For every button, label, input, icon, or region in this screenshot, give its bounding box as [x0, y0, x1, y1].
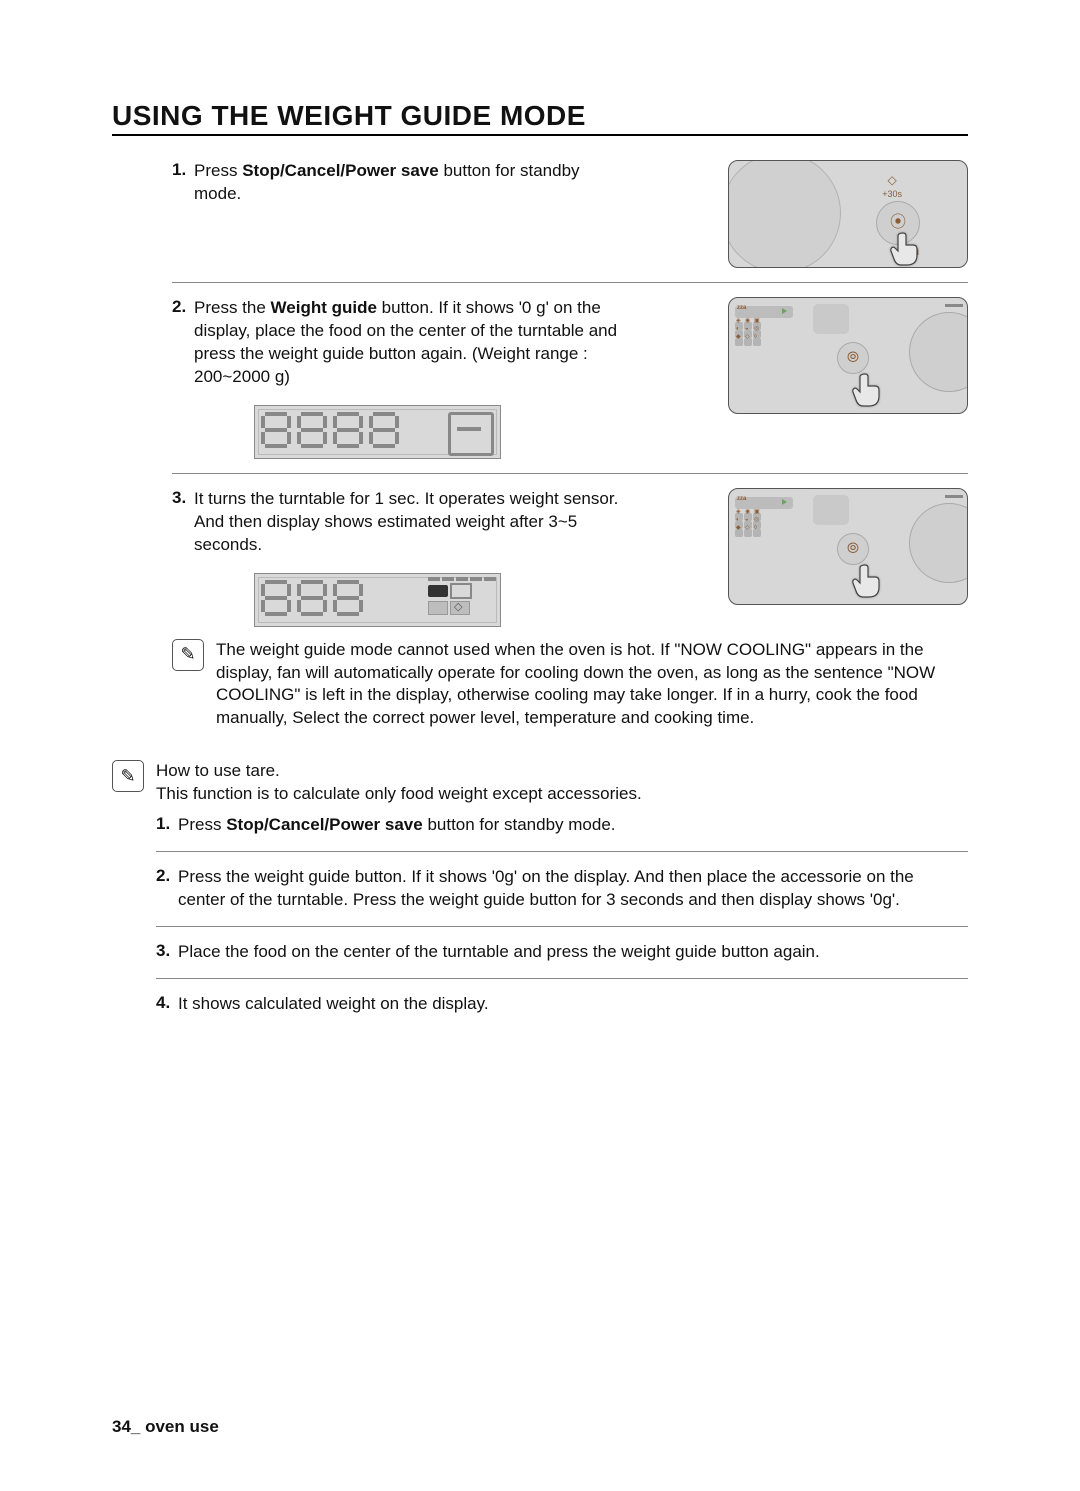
step-1-number: 1. [172, 160, 186, 180]
hand-pointer-icon [851, 368, 893, 414]
step-1-prefix: Press [194, 161, 242, 180]
step-2-body: Press the Weight guide button. If it sho… [172, 297, 622, 389]
note-cooling-text: The weight guide mode cannot used when t… [216, 639, 968, 731]
dial-knob [728, 160, 841, 268]
lcd-display-1 [254, 405, 501, 459]
step-3-number: 3. [172, 488, 186, 508]
step-1-row: 1. Press Stop/Cancel/Power save button f… [112, 160, 968, 268]
divider [156, 851, 968, 852]
illus-2-panel: zza ◈◉▣ ◐◒◎ ◆◇◊ ⦾ [728, 297, 968, 414]
panel-top-button [813, 495, 849, 525]
side-labels: ◇ +30s [882, 173, 902, 199]
tare-step-2-number: 2. [156, 866, 170, 886]
combi-label: Combi [891, 247, 919, 257]
tare-step-4-suffix: It shows calculated weight on the displa… [178, 994, 489, 1013]
divider [156, 978, 968, 979]
tare-step-2-body: Press the weight guide button. If it sho… [156, 866, 948, 912]
tare-step-1-bold: Stop/Cancel/Power save [226, 815, 423, 834]
manual-page: USING THE WEIGHT GUIDE MODE 1. Press Sto… [0, 0, 1080, 1491]
lcd-digits [261, 412, 399, 448]
note-icon: ✎ [112, 760, 144, 792]
tare-step-1-body: Press Stop/Cancel/Power save button for … [156, 814, 948, 837]
tare-step-4-body: It shows calculated weight on the displa… [156, 993, 948, 1016]
lcd-icon-strip: ◇ [428, 577, 496, 615]
tare-step-3-body: Place the food on the center of the turn… [156, 941, 948, 964]
combi-icon: ⦿ [890, 214, 906, 231]
tare-section: ✎ How to use tare. This function is to c… [112, 760, 968, 1026]
plus-30s-label: +30s [882, 189, 902, 199]
tare-step-3-row: 3. Place the food on the center of the t… [156, 941, 968, 964]
tare-step-4-text: 4. It shows calculated weight on the dis… [156, 993, 968, 1016]
lcd-display-2: ◇ [254, 573, 501, 627]
combi-button: ⦿ [876, 201, 920, 245]
divider [172, 473, 968, 474]
step-3-illustration: zza ◈◉▣ ◐◒◎ ◆◇◊ ⦾ [728, 488, 968, 605]
step-2-illustration: zza ◈◉▣ ◐◒◎ ◆◇◊ ⦾ [728, 297, 968, 414]
panel-knob [909, 312, 968, 392]
tare-step-2-suffix: Press the weight guide button. If it sho… [178, 867, 914, 909]
panel-knob [909, 503, 968, 583]
lcd-digits-2 [261, 580, 363, 616]
weight-guide-button: ⦾ [837, 342, 869, 374]
tare-step-1-row: 1. Press Stop/Cancel/Power save button f… [156, 814, 968, 837]
tare-step-3-suffix: Place the food on the center of the turn… [178, 942, 820, 961]
panel-zza-button: zza [735, 497, 793, 509]
step-1-bold: Stop/Cancel/Power save [242, 161, 439, 180]
pencil-icon: ✎ [180, 644, 195, 665]
tare-step-4-number: 4. [156, 993, 170, 1013]
step-2-text: 2. Press the Weight guide button. If it … [112, 297, 642, 459]
tare-step-3-text: 3. Place the food on the center of the t… [156, 941, 968, 964]
note-cooling: ✎ The weight guide mode cannot used when… [172, 639, 968, 731]
step-3-suffix: It turns the turntable for 1 sec. It ope… [194, 489, 618, 554]
step-1-text: 1. Press Stop/Cancel/Power save button f… [112, 160, 642, 206]
tare-step-4-row: 4. It shows calculated weight on the dis… [156, 993, 968, 1016]
page-footer: 34_ oven use [112, 1417, 219, 1437]
hand-pointer-icon [851, 559, 893, 605]
tare-step-3-number: 3. [156, 941, 170, 961]
step-2-row: 2. Press the Weight guide button. If it … [112, 297, 968, 459]
title-underline [112, 134, 968, 136]
symbol-icon: ◇ [882, 173, 902, 187]
tare-step-1-prefix: Press [178, 815, 226, 834]
tare-step-1-suffix: button for standby mode. [423, 815, 616, 834]
panel-mini-grid: ◈◉▣ ◐◒◎ ◆◇◊ [735, 513, 793, 537]
page-title: USING THE WEIGHT GUIDE MODE [112, 100, 968, 132]
panel-minus-indicator [945, 495, 963, 498]
step-3-text: 3. It turns the turntable for 1 sec. It … [112, 488, 642, 627]
tare-step-1-text: 1. Press Stop/Cancel/Power save button f… [156, 814, 968, 837]
panel-zza-button: zza [735, 306, 793, 318]
tare-heading: How to use tare. [156, 760, 968, 783]
step-3-body: It turns the turntable for 1 sec. It ope… [172, 488, 622, 557]
panel-button-grid: zza ◈◉▣ ◐◒◎ ◆◇◊ [735, 306, 793, 346]
divider [156, 926, 968, 927]
step-1-illustration: ◇ +30s ⦿ Combi [728, 160, 968, 268]
step-2-prefix: Press the [194, 298, 271, 317]
panel-minus-indicator [945, 304, 963, 307]
tare-step-2-row: 2. Press the weight guide button. If it … [156, 866, 968, 912]
step-1-body: Press Stop/Cancel/Power save button for … [172, 160, 622, 206]
tare-intro: This function is to calculate only food … [156, 783, 968, 806]
panel-mini-grid: ◈◉▣ ◐◒◎ ◆◇◊ [735, 322, 793, 346]
panel-button-grid: zza ◈◉▣ ◐◒◎ ◆◇◊ [735, 497, 793, 537]
step-3-row: 3. It turns the turntable for 1 sec. It … [112, 488, 968, 627]
note-icon: ✎ [172, 639, 204, 671]
tare-step-2-text: 2. Press the weight guide button. If it … [156, 866, 968, 912]
step-2-number: 2. [172, 297, 186, 317]
illus-1-panel: ◇ +30s ⦿ Combi [728, 160, 968, 268]
illus-3-panel: zza ◈◉▣ ◐◒◎ ◆◇◊ ⦾ [728, 488, 968, 605]
step-2-bold: Weight guide [271, 298, 377, 317]
panel-top-button [813, 304, 849, 334]
weight-guide-button: ⦾ [837, 533, 869, 565]
tare-step-1-number: 1. [156, 814, 170, 834]
lcd-icon-area [446, 410, 496, 454]
divider [172, 282, 968, 283]
pencil-icon: ✎ [120, 766, 135, 787]
